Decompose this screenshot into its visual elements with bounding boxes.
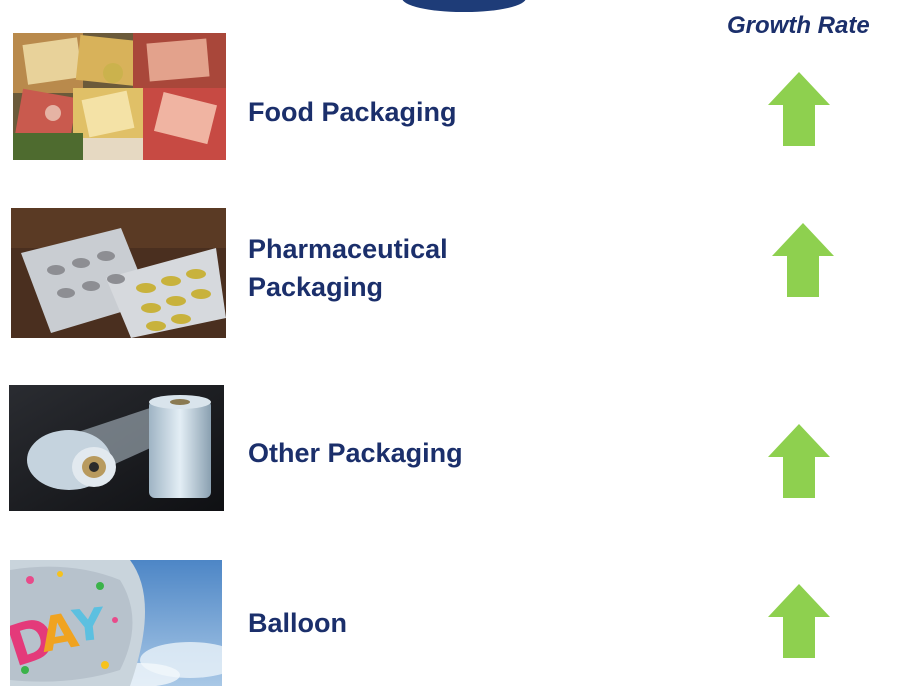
food-packaging-image bbox=[13, 33, 226, 160]
row-label-food-packaging: Food Packaging bbox=[248, 97, 457, 127]
other-packaging-image bbox=[9, 385, 224, 511]
row-label-balloon: Balloon bbox=[248, 608, 347, 638]
growth-rate-heading: Growth Rate bbox=[727, 12, 870, 39]
row-label-pharmaceutical-packaging: Pharmaceutical Packaging bbox=[248, 234, 448, 302]
up-arrow-icon bbox=[768, 584, 830, 658]
up-arrow-icon bbox=[772, 223, 834, 297]
svg-text:Y: Y bbox=[69, 599, 108, 653]
up-arrow-icon bbox=[768, 424, 830, 498]
pharmaceutical-packaging-image bbox=[11, 208, 226, 338]
up-arrow-icon bbox=[768, 72, 830, 146]
balloon-image: D A Y bbox=[10, 560, 222, 686]
row-label-other-packaging: Other Packaging bbox=[248, 438, 463, 468]
header-tab-decoration bbox=[402, 0, 526, 12]
